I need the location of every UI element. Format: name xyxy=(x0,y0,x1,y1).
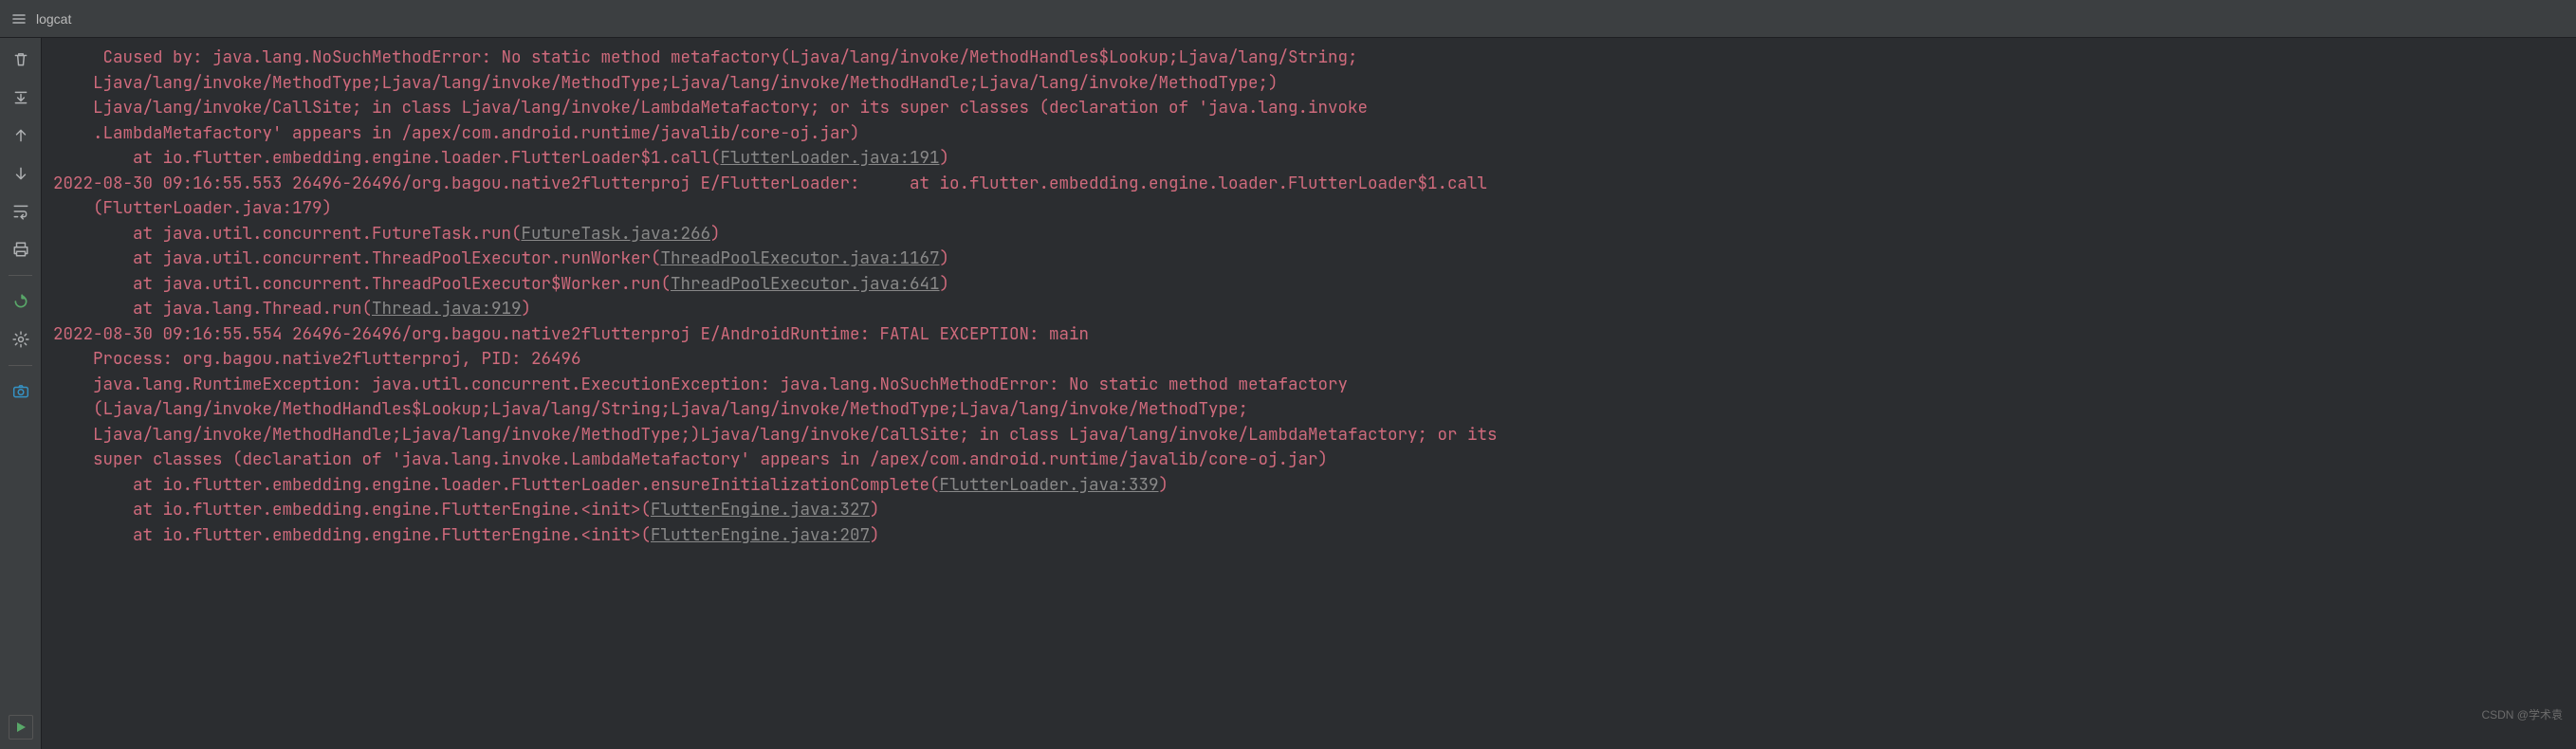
panel-menu-icon[interactable] xyxy=(11,11,27,27)
settings-icon[interactable] xyxy=(9,327,33,352)
log-line: Ljava/lang/invoke/MethodType;Ljava/lang/… xyxy=(53,71,2568,97)
log-text: ) xyxy=(870,499,880,521)
log-text: java.lang.RuntimeException: java.util.co… xyxy=(93,374,1348,395)
log-line: Process: org.bagou.native2flutterproj, P… xyxy=(53,347,2568,373)
source-link[interactable]: FlutterLoader.java:339 xyxy=(940,474,1159,496)
log-line: at java.util.concurrent.ThreadPoolExecut… xyxy=(53,247,2568,272)
log-text: Ljava/lang/invoke/MethodHandle;Ljava/lan… xyxy=(93,424,1507,446)
source-link[interactable]: ThreadPoolExecutor.java:1167 xyxy=(661,247,940,269)
log-line: (Ljava/lang/invoke/MethodHandles$Lookup;… xyxy=(53,397,2568,423)
down-icon[interactable] xyxy=(9,161,33,186)
log-line: 2022-08-30 09:16:55.554 26496-26496/org.… xyxy=(53,322,2568,348)
source-link[interactable]: FlutterLoader.java:191 xyxy=(721,147,940,169)
log-line: Caused by: java.lang.NoSuchMethodError: … xyxy=(53,46,2568,71)
trash-icon[interactable] xyxy=(9,47,33,72)
log-text: Ljava/lang/invoke/CallSite; in class Lja… xyxy=(93,97,1368,119)
log-line: at io.flutter.embedding.engine.loader.Fl… xyxy=(53,146,2568,172)
source-link[interactable]: Thread.java:919 xyxy=(372,298,522,320)
logcat-toolbar xyxy=(0,38,42,749)
log-text: at io.flutter.embedding.engine.FlutterEn… xyxy=(133,499,651,521)
up-icon[interactable] xyxy=(9,123,33,148)
log-text: 2022-08-30 09:16:55.553 26496-26496/org.… xyxy=(53,173,1487,194)
logcat-header: logcat xyxy=(0,0,2576,38)
panel-title: logcat xyxy=(36,11,71,27)
log-text: ) xyxy=(940,247,950,269)
screenshot-icon[interactable] xyxy=(9,379,33,404)
log-text: (Ljava/lang/invoke/MethodHandles$Lookup;… xyxy=(93,398,1248,420)
log-text: ) xyxy=(1159,474,1169,496)
restart-icon[interactable] xyxy=(9,289,33,314)
scroll-to-end-icon[interactable] xyxy=(9,85,33,110)
toolbar-separator xyxy=(9,275,33,276)
print-icon[interactable] xyxy=(9,237,33,262)
log-text: ) xyxy=(870,524,880,546)
log-line: 2022-08-30 09:16:55.553 26496-26496/org.… xyxy=(53,172,2568,197)
log-text: at io.flutter.embedding.engine.loader.Fl… xyxy=(133,147,721,169)
toolbar-separator xyxy=(9,365,33,366)
log-text: at io.flutter.embedding.engine.FlutterEn… xyxy=(133,524,651,546)
log-text: at java.util.concurrent.ThreadPoolExecut… xyxy=(133,273,671,295)
log-text: ) xyxy=(940,273,950,295)
log-line: at io.flutter.embedding.engine.loader.Fl… xyxy=(53,473,2568,499)
main-area: Caused by: java.lang.NoSuchMethodError: … xyxy=(0,38,2576,749)
log-line: (FlutterLoader.java:179) xyxy=(53,196,2568,222)
log-line: at java.util.concurrent.FutureTask.run(F… xyxy=(53,222,2568,247)
log-text: at java.lang.Thread.run( xyxy=(133,298,372,320)
log-text: Caused by: java.lang.NoSuchMethodError: … xyxy=(103,46,1358,68)
watermark: CSDN @学术袁 xyxy=(2481,706,2563,722)
log-text: Ljava/lang/invoke/MethodType;Ljava/lang/… xyxy=(93,72,1279,94)
log-text: .LambdaMetafactory' appears in /apex/com… xyxy=(93,122,860,144)
log-text: Process: org.bagou.native2flutterproj, P… xyxy=(93,348,581,370)
log-line: .LambdaMetafactory' appears in /apex/com… xyxy=(53,121,2568,147)
log-output[interactable]: Caused by: java.lang.NoSuchMethodError: … xyxy=(42,38,2576,749)
log-text: ) xyxy=(940,147,950,169)
log-line: at java.lang.Thread.run(Thread.java:919) xyxy=(53,297,2568,322)
log-line: Ljava/lang/invoke/MethodHandle;Ljava/lan… xyxy=(53,423,2568,448)
source-link[interactable]: FlutterEngine.java:327 xyxy=(651,499,870,521)
log-text: super classes (declaration of 'java.lang… xyxy=(93,448,1328,470)
log-text: at java.util.concurrent.FutureTask.run( xyxy=(133,223,522,245)
log-text: ) xyxy=(710,223,721,245)
log-line: at java.util.concurrent.ThreadPoolExecut… xyxy=(53,272,2568,298)
source-link[interactable]: FutureTask.java:266 xyxy=(522,223,711,245)
log-text: at java.util.concurrent.ThreadPoolExecut… xyxy=(133,247,661,269)
log-line: at io.flutter.embedding.engine.FlutterEn… xyxy=(53,498,2568,523)
log-line: super classes (declaration of 'java.lang… xyxy=(53,448,2568,473)
log-text: ) xyxy=(522,298,532,320)
log-line: at io.flutter.embedding.engine.FlutterEn… xyxy=(53,523,2568,549)
soft-wrap-icon[interactable] xyxy=(9,199,33,224)
log-text: (FlutterLoader.java:179) xyxy=(93,197,332,219)
log-line: Ljava/lang/invoke/CallSite; in class Lja… xyxy=(53,96,2568,121)
log-line: java.lang.RuntimeException: java.util.co… xyxy=(53,373,2568,398)
source-link[interactable]: ThreadPoolExecutor.java:641 xyxy=(671,273,940,295)
source-link[interactable]: FlutterEngine.java:207 xyxy=(651,524,870,546)
log-text: 2022-08-30 09:16:55.554 26496-26496/org.… xyxy=(53,323,1089,345)
run-button[interactable] xyxy=(9,715,33,740)
log-text: at io.flutter.embedding.engine.loader.Fl… xyxy=(133,474,940,496)
